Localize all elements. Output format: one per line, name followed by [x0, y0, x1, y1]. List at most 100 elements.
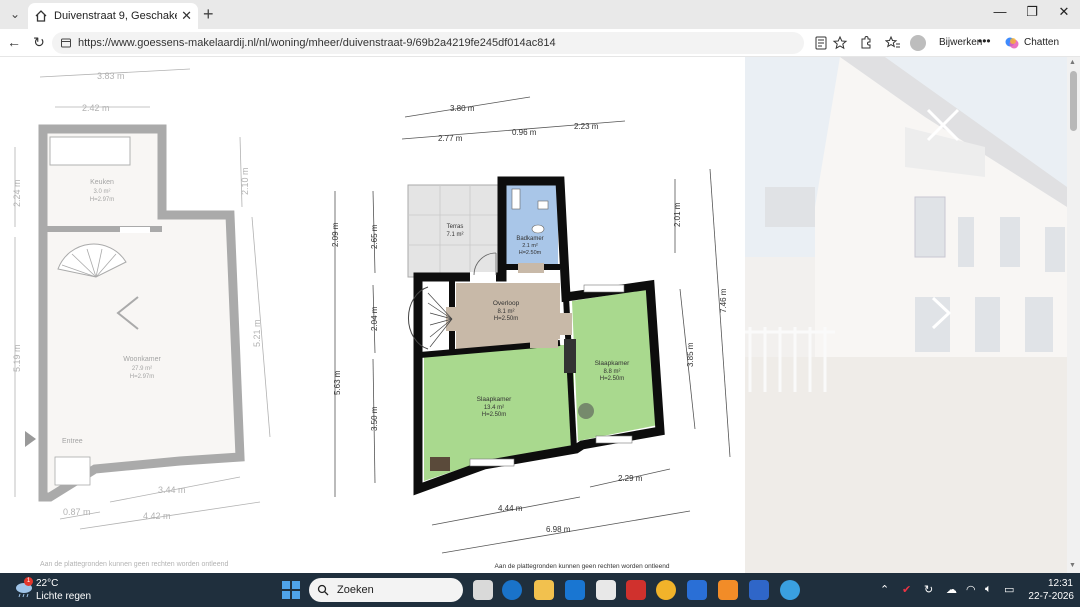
taskbar-search[interactable]: Zoeken: [309, 578, 463, 602]
room-area: 27.9 m²: [132, 366, 152, 372]
sync-icon[interactable]: ↻: [924, 583, 933, 596]
dim-label: 2.42 m: [82, 103, 110, 113]
room-name: Woonkamer: [123, 356, 161, 363]
scroll-up-icon[interactable]: ▲: [1069, 59, 1076, 66]
temperature[interactable]: 22°C: [36, 578, 58, 589]
refresh-button[interactable]: ↻: [30, 34, 48, 51]
room-area: 8.8 m²: [603, 369, 620, 375]
favorites-collection-icon[interactable]: [885, 35, 901, 51]
photos-icon[interactable]: [687, 580, 707, 600]
profile-avatar[interactable]: [910, 35, 926, 51]
chat-button[interactable]: Chatten: [1024, 37, 1059, 48]
weather-description[interactable]: Lichte regen: [36, 591, 91, 602]
room-area: 7.1 m²: [446, 232, 463, 238]
weather-badge: 1: [24, 577, 33, 586]
dim-label: 2.77 m: [438, 134, 463, 143]
clock-time[interactable]: 12:31: [1041, 578, 1073, 589]
dim-label: 2.01 m: [673, 202, 682, 227]
site-info-icon[interactable]: [60, 37, 72, 49]
close-window-button[interactable]: ✕: [1054, 4, 1074, 20]
dim-label: 0.96 m: [512, 128, 537, 137]
dim-label: 2.65 m: [370, 224, 379, 249]
task-view-icon[interactable]: [473, 580, 493, 600]
close-tab-icon[interactable]: ✕: [181, 8, 192, 24]
dim-label: 3.44 m: [158, 485, 186, 495]
navigation-bar: ← ↻ https://www.goessens-makelaardij.nl/…: [0, 29, 1080, 57]
more-menu-button[interactable]: •••: [978, 34, 991, 48]
volume-icon[interactable]: 🔈︎: [985, 583, 992, 596]
globe-app-icon[interactable]: [780, 580, 800, 600]
clock-date[interactable]: 22-7-2026: [1024, 591, 1074, 602]
dim-label: 7.46 m: [719, 288, 728, 313]
furniture-icon: [430, 457, 450, 471]
reader-view-icon[interactable]: [813, 35, 829, 51]
dim-label: 5.63 m: [333, 370, 342, 395]
battery-icon[interactable]: ▭: [1004, 583, 1014, 596]
house-photo: [745, 57, 1067, 573]
room-height: H=2.97m: [90, 197, 115, 203]
dim-label: 3.80 m: [450, 104, 475, 113]
dim-label: 4.44 m: [498, 504, 523, 513]
dim-label: 3.85 m: [686, 342, 695, 367]
room-name: Slaapkamer: [477, 396, 513, 403]
new-tab-button[interactable]: +: [203, 4, 214, 25]
home-icon: [35, 10, 47, 22]
address-bar[interactable]: https://www.goessens-makelaardij.nl/nl/w…: [52, 32, 804, 54]
mail-icon[interactable]: [565, 580, 585, 600]
webpage-viewport: 3.83 m 2.42 m 2.24 m 5.19 m 2.10 m 5.21 …: [0, 57, 1080, 573]
shower-icon: [511, 188, 521, 210]
chrome-icon[interactable]: [656, 580, 676, 600]
antivirus-icon[interactable]: ✔: [902, 583, 911, 596]
room-name: Badkamer: [516, 236, 543, 242]
dim-label: 2.24 m: [12, 179, 22, 207]
room-name: Terras: [447, 224, 464, 230]
dim-label: 5.19 m: [12, 344, 22, 372]
dim-label: 2.23 m: [574, 122, 599, 131]
room-height: H=2.97m: [130, 374, 155, 380]
room-name: Slaapkamer: [595, 360, 631, 367]
minimize-button[interactable]: —: [990, 4, 1010, 19]
browser-tab-strip: ⌄ Duivenstraat 9, Geschakelde wonin ✕ + …: [0, 0, 1080, 29]
floorplan-gallery: 3.83 m 2.42 m 2.24 m 5.19 m 2.10 m 5.21 …: [12, 68, 731, 570]
next-slide-chevron-icon[interactable]: [930, 295, 952, 331]
room-area: 3.0 m²: [93, 189, 110, 195]
play-triangle-icon[interactable]: [25, 431, 36, 447]
app-icon[interactable]: [718, 580, 738, 600]
dim-label: 6.98 m: [546, 525, 571, 534]
dim-label: 2.29 m: [618, 474, 643, 483]
maximize-button[interactable]: ❐: [1022, 4, 1042, 20]
sink-icon: [537, 200, 549, 210]
outlook-icon[interactable]: [749, 580, 769, 600]
copilot-icon[interactable]: [1004, 35, 1020, 51]
close-gallery-icon[interactable]: [925, 107, 961, 143]
url-text: https://www.goessens-makelaardij.nl/nl/w…: [78, 37, 556, 49]
favorite-star-icon[interactable]: [832, 35, 848, 51]
file-explorer-icon[interactable]: [534, 580, 554, 600]
extensions-icon[interactable]: [858, 35, 874, 51]
back-button[interactable]: ←: [5, 34, 23, 50]
search-label: Zoeken: [337, 584, 374, 596]
scrollbar-thumb[interactable]: [1070, 71, 1077, 131]
dim-label: 3.83 m: [97, 71, 125, 81]
store-icon[interactable]: [596, 580, 616, 600]
room-height: H=2.50m: [600, 376, 625, 382]
tray-overflow-chevron-icon[interactable]: ⌃: [880, 583, 889, 596]
page-scrollbar[interactable]: ▲ ▼: [1067, 57, 1080, 573]
edge-browser-icon[interactable]: [502, 580, 522, 600]
room-height: H=2.50m: [519, 250, 542, 256]
update-button[interactable]: Bijwerken: [939, 37, 982, 48]
cloud-icon[interactable]: ☁: [946, 583, 957, 596]
dim-label: 4.42 m: [143, 511, 171, 521]
office-app-icon[interactable]: [626, 580, 646, 600]
windows-start-icon[interactable]: [282, 581, 300, 599]
dim-label: 2.09 m: [331, 222, 340, 247]
window: [583, 284, 625, 293]
disclaimer-text: Aan de plattegronden kunnen geen rechten…: [40, 561, 228, 568]
active-tab[interactable]: Duivenstraat 9, Geschakelde wonin ✕: [28, 3, 198, 29]
scroll-down-icon[interactable]: ▼: [1069, 562, 1076, 569]
tab-actions-chevron-icon[interactable]: ⌄: [6, 5, 24, 23]
radiator-icon: [564, 339, 576, 373]
dim-label: 5.21 m: [252, 319, 262, 347]
wifi-icon[interactable]: ◠: [966, 583, 976, 596]
first-floor-plan: 3.80 m 2.77 m 0.96 m 2.23 m 5.63 m 2.09 …: [331, 96, 731, 570]
